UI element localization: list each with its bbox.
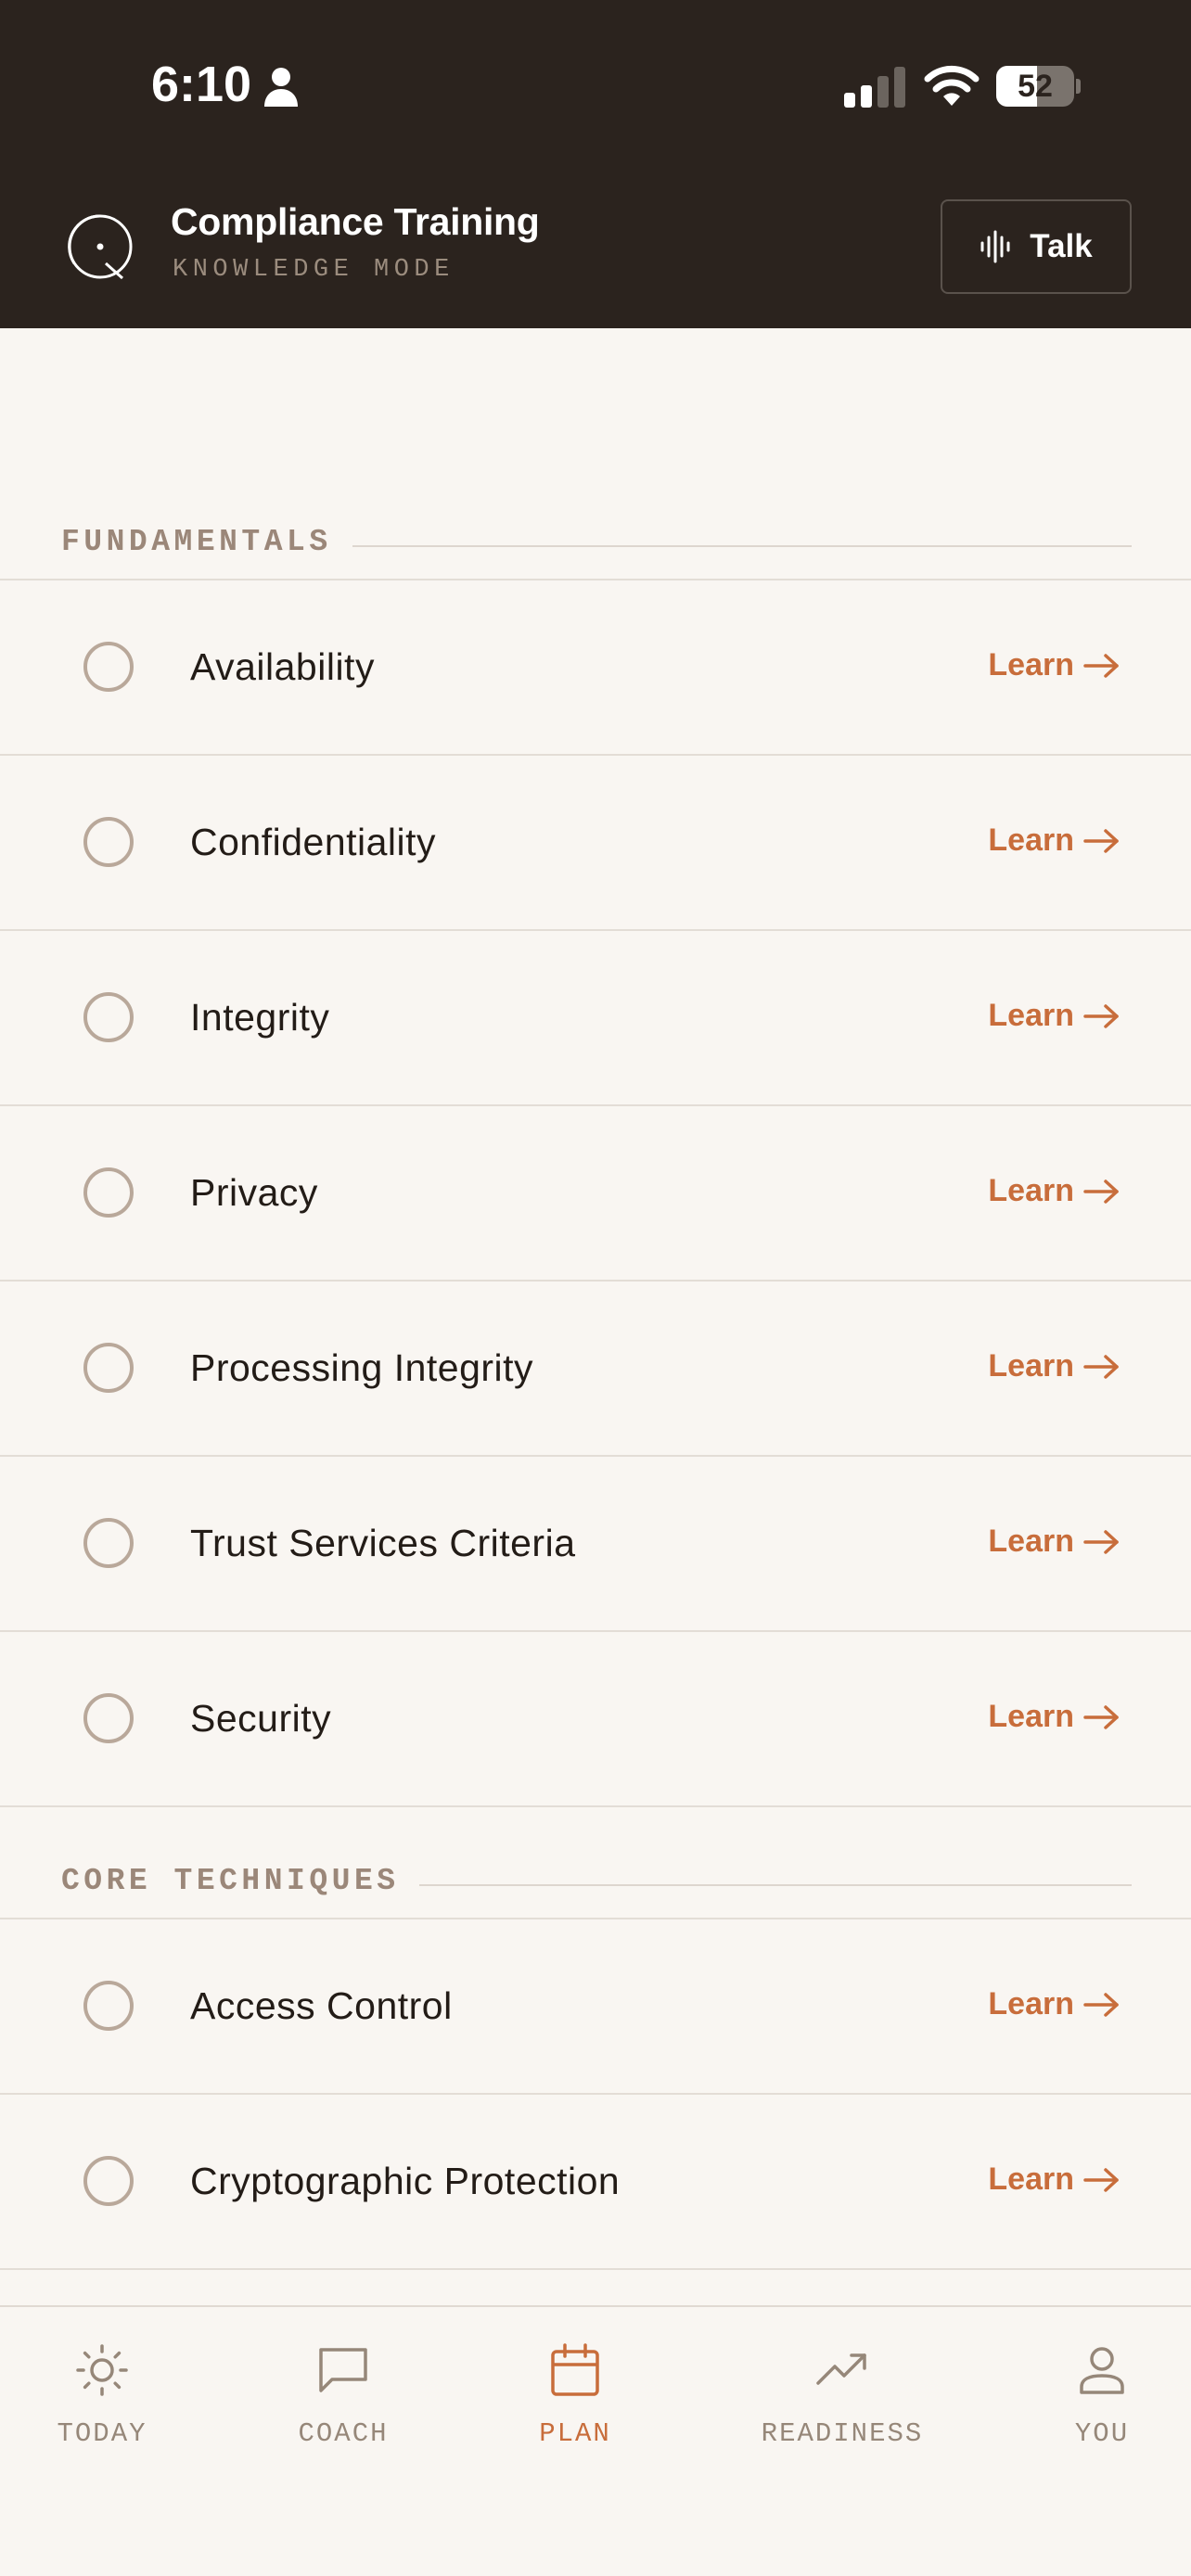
topic-list-fundamentals: Availability Learn Confidentiality Learn… [0,579,1191,1807]
app-subtitle: KNOWLEDGE MODE [173,256,455,284]
tab-you[interactable]: YOU [1000,2307,1191,2474]
status-bar: 6:10 52 [0,0,1191,176]
topic-row-confidentiality[interactable]: Confidentiality Learn [0,756,1191,931]
battery-level: 52 [1018,69,1053,104]
arrow-right-icon [1083,828,1119,853]
completion-checkbox[interactable] [83,1518,134,1568]
arrow-right-icon [1083,1003,1119,1028]
topic-row-access-control[interactable]: Access Control Learn [0,1919,1191,2095]
waveform-icon [980,230,1010,263]
app-title: Compliance Training [171,200,540,243]
topic-label: Security [190,1697,332,1740]
calendar-icon [551,2343,599,2396]
topic-row-privacy[interactable]: Privacy Learn [0,1106,1191,1282]
arrow-right-icon [1083,1354,1119,1379]
topic-label: Processing Integrity [190,1346,534,1389]
topic-label: Integrity [190,996,330,1039]
topic-row-cryptographic-protection[interactable]: Cryptographic Protection Learn [0,2095,1191,2270]
sun-icon [76,2344,128,2396]
bottom-tab-bar: TODAY COACH PLAN READINESS YOU [0,2305,1191,2576]
tab-today[interactable]: TODAY [0,2307,204,2474]
topic-label: Availability [190,645,375,688]
completion-checkbox[interactable] [83,1167,134,1218]
talk-button[interactable]: Talk [941,199,1132,294]
topic-label: Privacy [190,1171,318,1214]
topic-label: Access Control [190,1984,453,2027]
learn-link[interactable]: Learn [988,1348,1121,1384]
arrow-right-icon [1083,1529,1119,1554]
section-divider [352,545,1132,547]
topic-row-integrity[interactable]: Integrity Learn [0,931,1191,1106]
learn-link[interactable]: Learn [988,1524,1121,1560]
learn-label: Learn [988,647,1074,682]
completion-checkbox[interactable] [83,1343,134,1393]
learn-link[interactable]: Learn [988,998,1121,1034]
learn-link[interactable]: Learn [988,1699,1121,1735]
learn-link[interactable]: Learn [988,2162,1121,2198]
topic-row-availability[interactable]: Availability Learn [0,580,1191,756]
completion-checkbox[interactable] [83,1693,134,1743]
chat-icon [319,2348,367,2392]
arrow-right-icon [1083,1179,1119,1204]
completion-checkbox[interactable] [83,992,134,1042]
tab-label: PLAN [539,2418,611,2449]
tab-plan[interactable]: PLAN [473,2307,677,2474]
wifi-icon [924,65,980,106]
learn-label: Learn [988,1986,1074,2021]
learn-link[interactable]: Learn [988,1986,1121,2022]
arrow-right-icon [1083,1992,1119,2017]
app-header: 6:10 52 Compliance Training KNOWLEDGE MO… [0,0,1191,328]
tab-label: COACH [298,2418,389,2449]
topic-list-core-techniques: Access Control Learn Cryptographic Prote… [0,1918,1191,2270]
talk-label: Talk [1030,228,1093,264]
topic-label: Cryptographic Protection [190,2160,621,2202]
learn-label: Learn [988,998,1074,1033]
status-time: 6:10 [151,57,252,112]
tab-coach[interactable]: COACH [241,2307,445,2474]
learn-label: Learn [988,1524,1074,1559]
trending-up-icon [816,2353,866,2385]
section-header-fundamentals: FUNDAMENTALS [0,516,1191,571]
tab-label: YOU [1074,2418,1130,2449]
learn-label: Learn [988,1173,1074,1208]
learn-link[interactable]: Learn [988,1173,1121,1209]
section-divider [419,1884,1132,1886]
section-title: CORE TECHNIQUES [61,1864,400,1898]
tab-label: TODAY [57,2418,147,2449]
learn-link[interactable]: Learn [988,647,1121,683]
topic-label: Trust Services Criteria [190,1522,576,1564]
learn-link[interactable]: Learn [988,823,1121,859]
battery-icon: 52 [996,66,1081,107]
person-icon [264,68,298,107]
topic-row-processing-integrity[interactable]: Processing Integrity Learn [0,1282,1191,1457]
completion-checkbox[interactable] [83,817,134,867]
topic-row-security[interactable]: Security Learn [0,1632,1191,1807]
learn-label: Learn [988,823,1074,858]
learn-label: Learn [988,1348,1074,1384]
learn-label: Learn [988,1699,1074,1734]
tab-label: READINESS [761,2418,924,2449]
arrow-right-icon [1083,2167,1119,2192]
topic-row-trust-services-criteria[interactable]: Trust Services Criteria Learn [0,1457,1191,1632]
arrow-right-icon [1083,653,1119,678]
arrow-right-icon [1083,1704,1119,1729]
completion-checkbox[interactable] [83,2156,134,2206]
section-header-core-techniques: CORE TECHNIQUES [0,1855,1191,1910]
learn-label: Learn [988,2162,1074,2197]
person-icon [1080,2347,1124,2394]
signal-icon [844,67,905,108]
completion-checkbox[interactable] [83,1981,134,2031]
topic-label: Confidentiality [190,821,437,863]
app-logo-icon [68,214,133,280]
completion-checkbox[interactable] [83,642,134,692]
section-title: FUNDAMENTALS [61,525,332,559]
tab-readiness[interactable]: READINESS [740,2307,944,2474]
